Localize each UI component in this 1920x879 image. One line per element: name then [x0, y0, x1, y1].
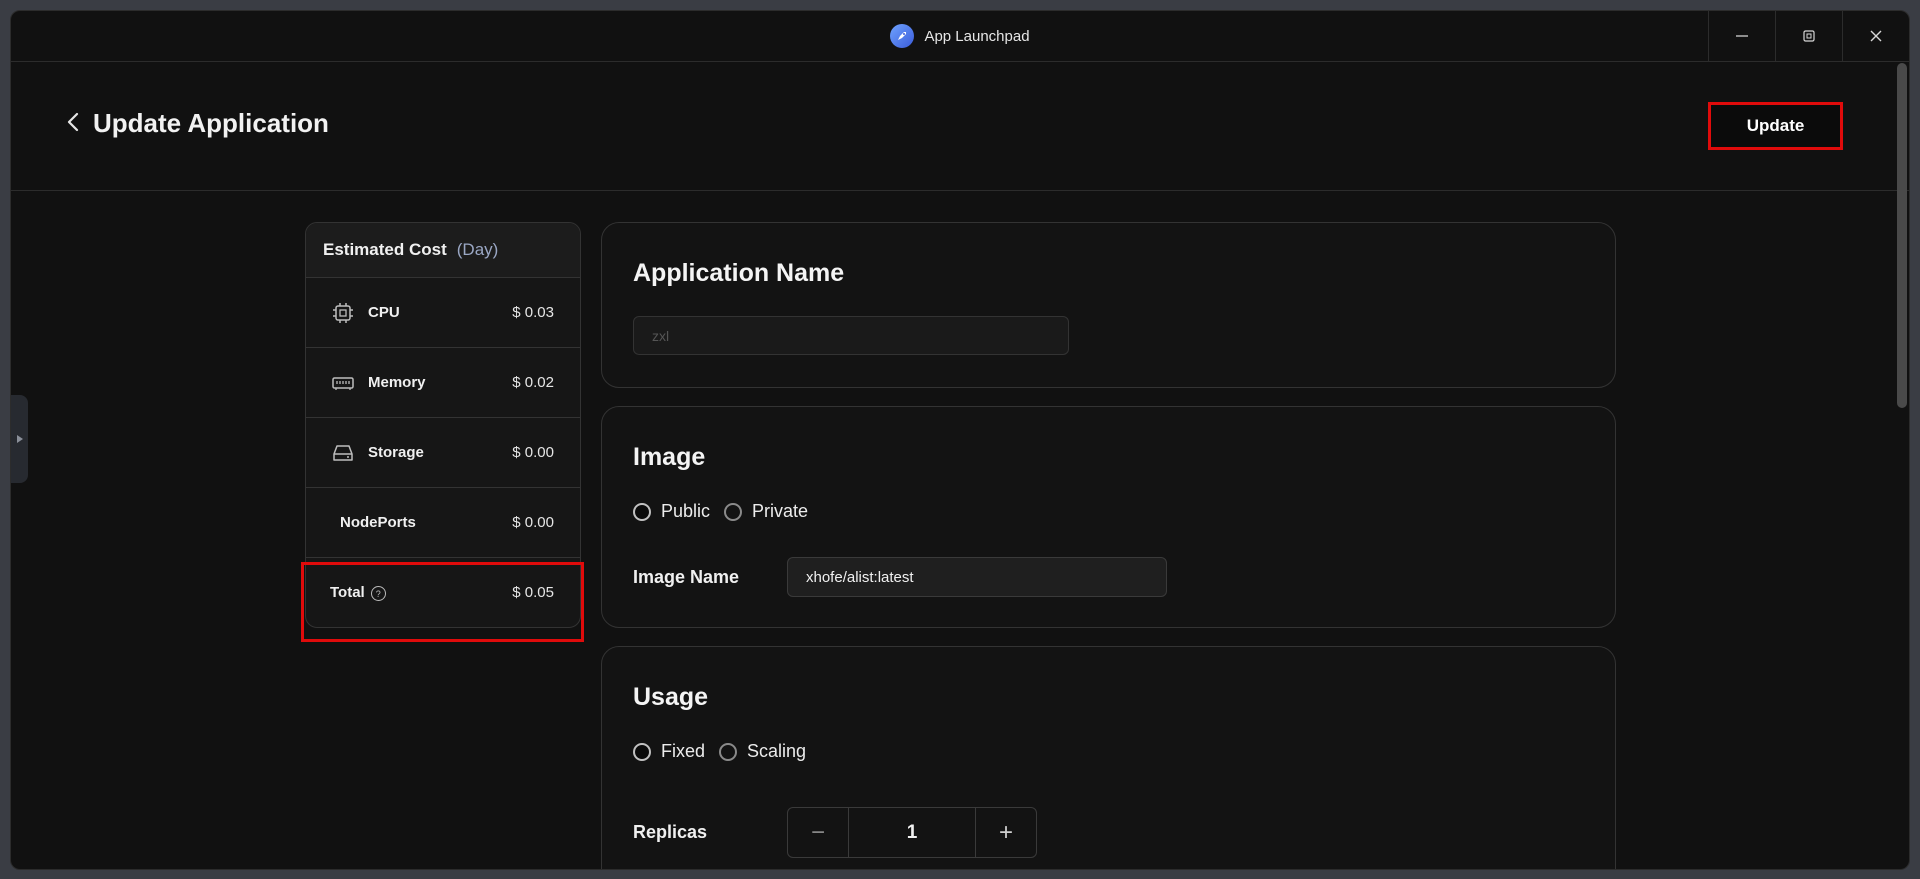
cost-label: Storage [368, 444, 424, 461]
replicas-value[interactable]: 1 [848, 808, 976, 857]
close-icon [1870, 30, 1882, 42]
app-title-group: App Launchpad [11, 11, 1909, 61]
cost-row-memory: Memory $ 0.02 [306, 348, 580, 418]
restore-icon [1803, 30, 1815, 42]
radio-scaling[interactable]: Scaling [719, 741, 806, 762]
radio-label: Fixed [661, 741, 706, 761]
update-button[interactable]: Update [1708, 102, 1843, 150]
chevron-left-icon [67, 112, 79, 132]
radio-circle [633, 742, 651, 761]
radio-public[interactable]: Public [633, 501, 710, 522]
app-window: App Launchpad Update Application Update … [10, 10, 1910, 870]
rocket-icon [890, 24, 915, 48]
radio-fixed[interactable]: Fixed [633, 741, 705, 762]
storage-icon [330, 440, 356, 466]
close-button[interactable] [1842, 11, 1909, 61]
image-card: Image Public Private Image Name xhofe/al… [601, 406, 1616, 628]
cost-card-header: Estimated Cost (Day) [306, 223, 580, 278]
radio-private[interactable]: Private [724, 501, 808, 522]
cost-value: $ 0.00 [512, 444, 554, 461]
cost-row-storage: Storage $ 0.00 [306, 418, 580, 488]
memory-icon [330, 370, 356, 396]
radio-circle [719, 742, 738, 761]
application-name-title: Application Name [633, 259, 845, 287]
caret-right-icon [16, 435, 23, 443]
cost-row-cpu: CPU $ 0.03 [306, 278, 580, 348]
cost-label: NodePorts [340, 514, 416, 531]
app-title: App Launchpad [924, 27, 1030, 45]
cost-value: $ 0.03 [512, 304, 554, 321]
cost-value: $ 0.02 [512, 374, 554, 391]
page-header: Update Application Update [11, 62, 1909, 191]
usage-type-radio-group: Fixed Scaling [633, 741, 806, 762]
decrement-button[interactable]: − [788, 808, 848, 857]
back-button[interactable] [61, 110, 85, 134]
application-name-card: Application Name zxl [601, 222, 1616, 388]
cost-label: Memory [368, 374, 426, 391]
window-controls [1708, 11, 1909, 61]
image-name-label: Image Name [633, 567, 740, 587]
cost-label: CPU [368, 304, 400, 321]
application-name-input[interactable]: zxl [633, 316, 1069, 355]
cost-row-nodeports: NodePorts $ 0.00 [306, 488, 580, 558]
radio-label: Public [661, 501, 711, 521]
cost-card-title: Estimated Cost [323, 240, 447, 259]
minimize-button[interactable] [1708, 11, 1775, 61]
usage-title: Usage [633, 683, 709, 711]
page-title: Update Application [93, 108, 329, 138]
image-name-input[interactable]: xhofe/alist:latest [787, 557, 1167, 597]
sidebar-toggle[interactable] [11, 395, 28, 483]
radio-label: Scaling [747, 741, 807, 761]
radio-circle [724, 502, 743, 521]
cpu-icon [330, 300, 356, 326]
image-type-radio-group: Public Private [633, 501, 808, 522]
cost-period: (Day) [456, 240, 499, 259]
increment-button[interactable]: + [976, 808, 1036, 857]
radio-circle [633, 502, 651, 521]
image-title: Image [633, 443, 706, 471]
scrollbar[interactable] [1897, 63, 1907, 408]
cost-value: $ 0.00 [512, 514, 554, 531]
radio-label: Private [752, 501, 809, 521]
total-highlight-box [301, 562, 584, 642]
minimize-icon [1736, 35, 1748, 37]
replicas-stepper: − 1 + [787, 807, 1037, 858]
usage-card: Usage Fixed Scaling Replicas − 1 + [601, 646, 1616, 869]
title-bar: App Launchpad [11, 11, 1909, 62]
restore-button[interactable] [1775, 11, 1842, 61]
replicas-label: Replicas [633, 822, 708, 842]
